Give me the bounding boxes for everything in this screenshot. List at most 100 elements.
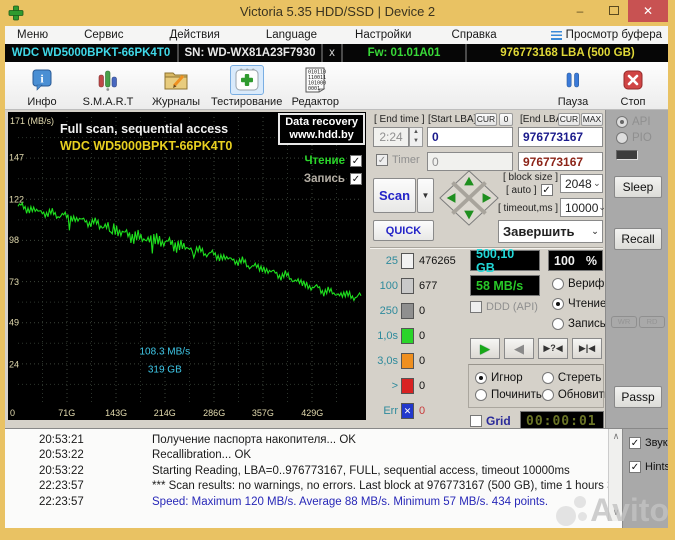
ignore-radio-row[interactable]: Игнор (475, 371, 542, 384)
menu-item-help[interactable]: Справка (446, 29, 503, 41)
repair-label: Починить (491, 388, 542, 401)
ddd-checkbox[interactable]: ✓ (470, 301, 482, 313)
start-lba-zero-button[interactable]: 0 (499, 113, 513, 126)
timeout-dropdown[interactable]: 10000 ⌄ (560, 198, 606, 217)
write-mode-label: Запись (568, 318, 606, 330)
timer-checkbox-row: ✓ Timer (376, 154, 420, 166)
graph-drive-model: WDC WD5000BPKT-66PK4T0 (60, 139, 233, 153)
maximize-button[interactable] (601, 0, 627, 22)
svg-text:319 GB: 319 GB (148, 365, 182, 376)
block-size-dropdown[interactable]: 2048 ⌄ (560, 174, 603, 193)
latency-row-over: > 0 (368, 377, 425, 395)
read-label: Чтение (304, 155, 345, 167)
latency-swatch (401, 328, 414, 344)
end-lba-field[interactable]: 976773167 (518, 127, 603, 147)
scan-dropdown-button[interactable]: ▼ (417, 178, 434, 213)
passp-button[interactable]: Passp (614, 386, 662, 408)
back-button[interactable]: ◀ (504, 338, 534, 359)
auto-checkbox[interactable]: ✓ (540, 184, 553, 196)
verify-radio[interactable] (552, 278, 564, 290)
ignore-radio[interactable] (475, 371, 487, 384)
api-radio-row[interactable]: API (616, 116, 651, 128)
latency-swatch (401, 253, 414, 269)
read-mode-radio-row[interactable]: Чтение (552, 298, 606, 310)
api-radio[interactable] (616, 116, 628, 128)
write-mode-radio-row[interactable]: Запись (552, 318, 606, 330)
read-mode-radio[interactable] (552, 298, 564, 310)
sound-checkbox[interactable]: ✓ (629, 437, 641, 449)
menu-item-actions[interactable]: Действия (163, 29, 225, 41)
progress-value: 100 (554, 253, 575, 268)
info-button[interactable]: i Инфо (15, 65, 69, 108)
end-time-spinner[interactable]: ▲ ▼ (409, 127, 423, 147)
editor-button[interactable]: 010110 110011 101000 0001 Редактор (288, 65, 342, 108)
end-lba-max-button[interactable]: MAX (581, 113, 603, 126)
seek-end-button[interactable]: ▶|◀ (572, 338, 602, 359)
finish-action-value: Завершить (503, 224, 575, 239)
device-firmware: Fw: 01.01A01 (367, 47, 441, 59)
erase-radio[interactable] (541, 371, 554, 384)
smart-button[interactable]: S.M.A.R.T (81, 65, 135, 108)
menu-item-menu[interactable]: Меню (11, 29, 54, 41)
repair-radio-row[interactable]: Починить (475, 388, 542, 401)
stop-button[interactable]: Стоп (606, 65, 660, 108)
timeout-value: 10000 (565, 200, 599, 215)
read-checkbox[interactable]: ✓ (350, 155, 362, 167)
svg-text:71G: 71G (58, 408, 75, 418)
auto-label: [ auto ] (506, 184, 537, 196)
hddby-watermark: Data recovery www.hdd.by (278, 113, 365, 145)
write-checkbox[interactable]: ✓ (350, 173, 362, 185)
pio-radio-row[interactable]: PIO (616, 132, 652, 144)
smart-label: S.M.A.R.T (82, 96, 134, 108)
end-time-field[interactable]: 2:24 (373, 127, 409, 147)
scroll-up-icon[interactable]: ∧ (609, 431, 623, 442)
info-bubble-icon: i (25, 65, 59, 95)
play-button[interactable]: ▶ (470, 338, 500, 359)
recall-button[interactable]: Recall (614, 228, 662, 250)
latency-swatch (401, 378, 414, 394)
latency-count: 0 (419, 305, 426, 317)
end-lba-cur-button[interactable]: CUR (558, 113, 580, 126)
scroll-down-icon[interactable]: ∨ (609, 507, 623, 518)
close-button[interactable]: ✕ (628, 0, 668, 22)
sound-label: Звук (645, 437, 668, 449)
play-icon: ▶ (480, 340, 490, 356)
buffer-view-button[interactable]: Просмотр буфера (550, 29, 662, 41)
log-scrollbar[interactable]: ∧ ∨ (608, 429, 622, 521)
timer-end-field[interactable]: 976773167 (518, 152, 603, 171)
quick-button[interactable]: QUICK (373, 220, 434, 241)
menu-item-settings[interactable]: Настройки (349, 29, 417, 41)
test-green-plus-icon (229, 65, 264, 95)
repair-radio[interactable] (475, 388, 487, 401)
write-mode-radio[interactable] (552, 318, 564, 330)
logs-label: Журналы (151, 96, 201, 108)
sleep-button[interactable]: Sleep (614, 176, 662, 198)
control-panel: [ End time ] 2:24 ▲ ▼ [Start LBA] CUR 0 0… (368, 110, 610, 432)
minimize-button[interactable]: – (567, 0, 593, 22)
hints-checkbox[interactable]: ✓ (629, 461, 641, 473)
menu-item-service[interactable]: Сервис (78, 29, 129, 41)
erase-radio-row[interactable]: Стереть (541, 371, 610, 384)
folder-pencil-icon (159, 65, 193, 95)
timer-checkbox[interactable]: ✓ (376, 154, 388, 166)
seek-pad[interactable] (438, 168, 500, 228)
seek-question-button[interactable]: ▶?◀ (538, 338, 568, 359)
refresh-radio[interactable] (541, 388, 554, 401)
log-row: 22:23:57 Speed: Maximum 120 MB/s. Averag… (5, 494, 605, 510)
start-lba-cur-button[interactable]: CUR (475, 113, 497, 126)
test-button[interactable]: Тестирование (211, 65, 282, 108)
wr-button[interactable]: WR (611, 316, 637, 328)
right-side-panel: API PIO Sleep Recall WR RD Passp (605, 110, 668, 428)
refresh-radio-row[interactable]: Обновить (541, 388, 610, 401)
verify-radio-row[interactable]: Вериф. (552, 278, 608, 290)
rd-button[interactable]: RD (639, 316, 665, 328)
scan-button[interactable]: Scan (373, 178, 416, 213)
spinner-up-icon: ▲ (413, 129, 419, 135)
pause-button[interactable]: Пауза (546, 65, 600, 108)
finish-action-dropdown[interactable]: Завершить ⌄ (498, 220, 603, 243)
grid-checkbox[interactable]: ✓ (470, 415, 482, 427)
logs-button[interactable]: Журналы (149, 65, 203, 108)
pio-radio[interactable] (616, 132, 628, 144)
start-lba-field[interactable]: 0 (427, 127, 513, 147)
menu-item-language[interactable]: Language (260, 29, 323, 41)
